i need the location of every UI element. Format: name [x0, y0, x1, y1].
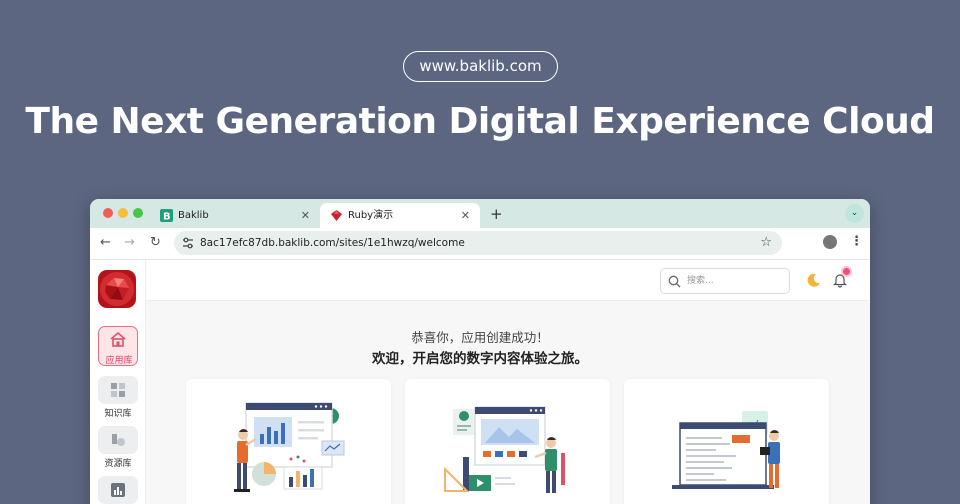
- chart-icon: [111, 483, 125, 497]
- baklib-favicon-icon: B: [160, 209, 173, 222]
- feature-card-development[interactable]: </>: [624, 379, 829, 504]
- svg-text:B: B: [163, 212, 171, 223]
- notification-badge: [843, 268, 850, 275]
- dark-mode-moon-icon[interactable]: [806, 272, 822, 288]
- back-icon[interactable]: ←: [100, 235, 111, 251]
- sidebar-item-label: 知识库: [104, 409, 132, 419]
- ruby-favicon-icon: [331, 210, 342, 221]
- reload-icon[interactable]: ↻: [150, 235, 161, 251]
- window-close-button[interactable]: [103, 208, 113, 218]
- welcome-subtitle: 欢迎，开启您的数字内容体验之旅。: [372, 351, 588, 367]
- analytics-illustration: [234, 402, 345, 492]
- sidebar-item-app-library[interactable]: 应用库: [98, 326, 138, 366]
- sidebar-item-analytics[interactable]: [98, 476, 138, 504]
- design-illustration: [444, 406, 565, 493]
- browser-menu-icon[interactable]: ⋮: [850, 234, 863, 250]
- window-maximize-button[interactable]: [133, 208, 143, 218]
- address-text: 8ac17efc87db.baklib.com/sites/1e1hwzq/we…: [200, 237, 465, 249]
- new-tab-icon[interactable]: +: [490, 203, 503, 225]
- sidebar-item-label: 应用库: [105, 356, 133, 366]
- development-illustration: </>: [672, 411, 780, 489]
- ruby-gem-icon: [98, 270, 136, 308]
- browser-tab-bar: B Baklib ✕ Ruby演示 ✕ + ⌄: [90, 199, 870, 228]
- browser-toolbar: ← → ↻ 8ac17efc87db.baklib.com/sites/1e1h…: [90, 228, 870, 260]
- tab-baklib[interactable]: B Baklib ✕: [150, 203, 320, 228]
- sidebar-item-label: 资源库: [104, 459, 132, 469]
- main-content: 搜索... 恭喜你，应用创建成功！ 欢迎，开启您的数字内容体验之旅。: [146, 260, 870, 504]
- address-bar[interactable]: 8ac17efc87db.baklib.com/sites/1e1hwzq/we…: [174, 231, 782, 255]
- home-icon: [110, 331, 126, 347]
- content-header: 搜索...: [146, 260, 870, 301]
- welcome-greeting: 恭喜你，应用创建成功！: [411, 330, 549, 345]
- banner-url-pill: www.baklib.com: [403, 51, 558, 82]
- profile-avatar-icon[interactable]: [823, 235, 837, 249]
- search-icon: [668, 275, 681, 288]
- shapes-icon: [112, 434, 125, 446]
- banner-headline: The Next Generation Digital Experience C…: [25, 101, 935, 142]
- search-input[interactable]: 搜索...: [660, 268, 790, 294]
- grid-icon: [111, 383, 125, 397]
- sidebar-item-knowledge-base[interactable]: 知识库: [98, 376, 138, 419]
- feature-card-analytics[interactable]: [186, 379, 391, 504]
- browser-window: B Baklib ✕ Ruby演示 ✕ + ⌄ ← → ↻ 8ac17efc87…: [90, 199, 870, 504]
- bookmark-star-icon[interactable]: ☆: [760, 234, 772, 251]
- feature-card-design[interactable]: [405, 379, 610, 504]
- tab-ruby-demo[interactable]: Ruby演示 ✕: [320, 203, 480, 228]
- app-sidebar: 应用库 知识库 资源库: [90, 260, 146, 504]
- forward-icon[interactable]: →: [124, 235, 135, 251]
- window-minimize-button[interactable]: [118, 208, 128, 218]
- tab-label: Baklib: [178, 210, 209, 221]
- search-placeholder: 搜索...: [687, 276, 714, 286]
- tab-close-icon[interactable]: ✕: [301, 203, 310, 228]
- site-settings-icon[interactable]: [181, 236, 195, 250]
- tab-close-icon[interactable]: ✕: [461, 203, 470, 228]
- sidebar-item-resource-library[interactable]: 资源库: [98, 426, 138, 469]
- tab-search-icon[interactable]: ⌄: [845, 204, 864, 223]
- tab-label: Ruby演示: [348, 210, 394, 221]
- ruby-logo[interactable]: [98, 270, 136, 308]
